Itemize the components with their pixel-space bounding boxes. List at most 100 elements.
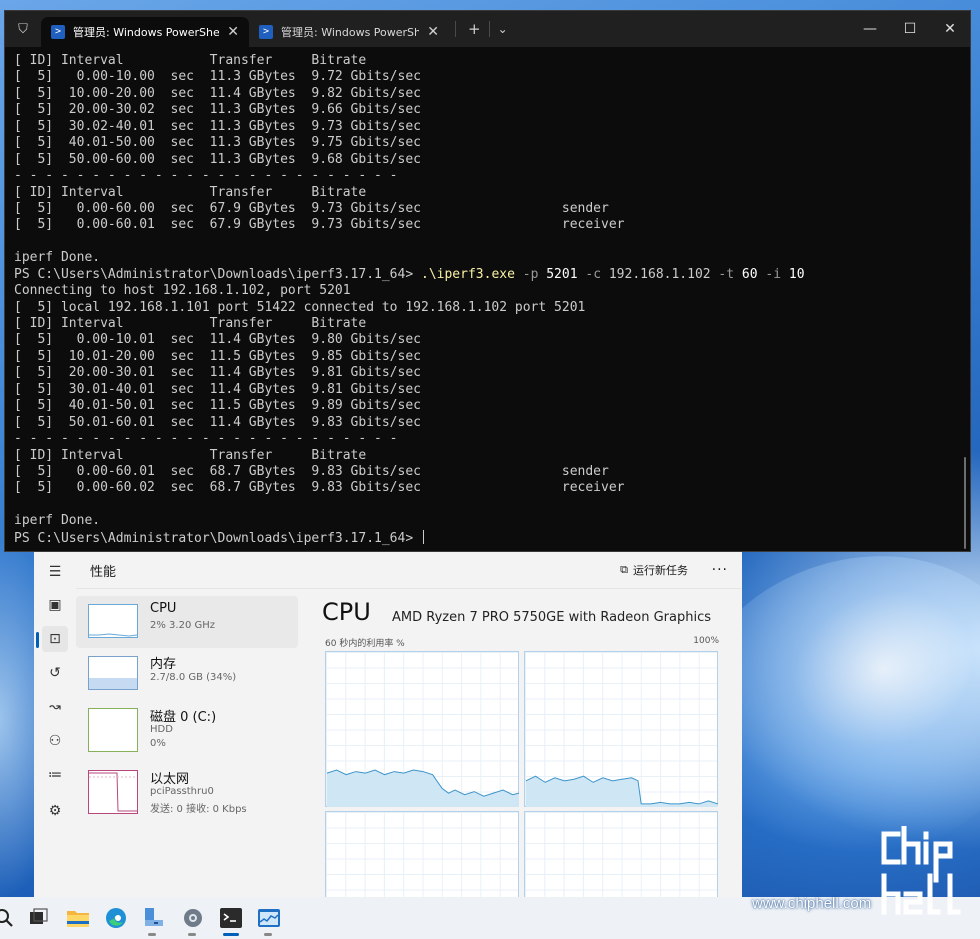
console-line: [ 5] 0.00-60.01 sec 68.7 GBytes 9.83 Gbi… — [14, 463, 609, 479]
console-line: [ 5] 10.01-20.00 sec 11.5 GBytes 9.85 Gb… — [14, 348, 421, 364]
cpu-core-graph-1 — [524, 651, 719, 807]
console-line: PS C:\Users\Administrator\Downloads\iper… — [14, 267, 960, 283]
shield-icon: ⛉ — [18, 21, 28, 37]
menu-icon[interactable]: ☰ — [42, 559, 68, 585]
processes-icon[interactable]: ▣ — [42, 592, 68, 618]
running-indicator — [148, 933, 156, 936]
tab-powershell-1[interactable]: > 管理员: Windows PowerShell ✕ — [41, 17, 249, 47]
search-icon[interactable] — [0, 906, 16, 930]
console-line: Connecting to host 192.168.1.102, port 5… — [14, 283, 351, 299]
chiphell-logo — [880, 823, 975, 933]
details-icon[interactable]: ≔ — [42, 762, 68, 788]
command-flag: -p — [514, 266, 547, 282]
console-line: [ 5] 30.02-40.01 sec 11.3 GBytes 9.73 Gb… — [14, 118, 421, 134]
console-line: [ 5] 0.00-60.00 sec 67.9 GBytes 9.73 Gbi… — [14, 200, 609, 216]
close-button[interactable]: ✕ — [930, 11, 970, 47]
resource-detail-2: 发送: 0 接收: 0 Kbps — [150, 804, 247, 815]
edge-icon[interactable] — [104, 906, 128, 930]
history-icon[interactable]: ↺ — [42, 660, 68, 686]
tab-title: 管理员: Windows PowerShell — [73, 26, 220, 39]
console-line: iperf Done. — [14, 250, 101, 266]
prompt-text: PS C:\Users\Administrator\Downloads\iper… — [14, 266, 421, 282]
console-line: [ 5] 20.00-30.01 sec 11.4 GBytes 9.81 Gb… — [14, 365, 421, 381]
command-executable: .\iperf3.exe — [421, 266, 515, 282]
file-explorer-icon[interactable] — [66, 906, 90, 930]
console-line: PS C:\Users\Administrator\Downloads\iper… — [14, 529, 960, 546]
resource-item-disk[interactable]: 磁盘 0 (C:) HDD 0% — [76, 700, 298, 762]
cpu-core-graph-0 — [325, 651, 520, 807]
ethernet-thumbnail-graph — [89, 772, 137, 812]
cpu-core-graph-3 — [524, 811, 718, 897]
running-indicator — [188, 933, 196, 936]
prompt-text: PS C:\Users\Administrator\Downloads\iper… — [14, 530, 421, 546]
resource-detail: 2.7/8.0 GB (34%) — [150, 672, 237, 683]
startup-icon[interactable]: ↝ — [42, 694, 68, 720]
tab-powershell-2[interactable]: > 管理员: Windows PowerShell ✕ — [249, 17, 449, 47]
console-line: [ 5] 20.00-30.02 sec 11.3 GBytes 9.66 Gb… — [14, 102, 421, 118]
console-line: - - - - - - - - - - - - - - - - - - - - … — [14, 168, 398, 184]
services-icon[interactable]: ⚙ — [42, 798, 68, 824]
task-manager-icon[interactable] — [257, 906, 281, 930]
cpu-model-name: AMD Ryzen 7 PRO 5750GE with Radeon Graph… — [392, 610, 712, 625]
utilization-max: 100% — [693, 636, 719, 646]
resource-detail-2: 0% — [150, 738, 166, 749]
powershell-icon: > — [51, 25, 65, 39]
chiphell-logo-mark — [881, 823, 961, 915]
console-line: [ 5] 40.01-50.01 sec 11.5 GBytes 9.89 Gb… — [14, 398, 421, 414]
scrollbar[interactable] — [964, 457, 966, 549]
maximize-button[interactable]: ☐ — [890, 11, 930, 47]
window-controls: — ☐ ✕ — [850, 11, 970, 47]
command-value: 10 — [788, 266, 805, 282]
resource-name: 磁盘 0 (C:) — [150, 710, 217, 725]
task-manager-window: ☰ ▣ ⊡ ↺ ↝ ⚇ ≔ ⚙ 性能 ⧉ 运行新任务 ··· CPU 2% 3.… — [34, 552, 742, 897]
console-line: [ 5] 0.00-10.00 sec 11.3 GBytes 9.72 Gbi… — [14, 69, 421, 85]
run-new-task-button[interactable]: ⧉ 运行新任务 — [620, 562, 688, 578]
active-app-indicator — [223, 933, 239, 936]
settings-icon[interactable] — [181, 906, 205, 930]
cpu-thumbnail-graph — [89, 633, 138, 637]
minimize-button[interactable]: — — [850, 11, 890, 47]
tab-divider — [488, 21, 490, 37]
resource-detail: HDD — [150, 724, 173, 735]
more-options-button[interactable]: ··· — [712, 562, 728, 578]
cpu-core-graph-svg — [525, 775, 719, 807]
task-view-icon[interactable] — [27, 906, 51, 930]
console-line: [ 5] 0.00-10.01 sec 11.4 GBytes 9.80 Gbi… — [14, 332, 421, 348]
console-line: [ 5] 50.00-60.00 sec 11.3 GBytes 9.68 Gb… — [14, 151, 421, 167]
command-value: 192.168.1.102 — [608, 266, 711, 282]
network-share-icon[interactable] — [142, 906, 166, 930]
console-line: [ 5] 0.00-60.01 sec 67.9 GBytes 9.73 Gbi… — [14, 217, 625, 233]
resource-list: CPU 2% 3.20 GHz 内存 2.7/8.0 GB (34%) 磁盘 0… — [76, 596, 298, 824]
terminal-titlebar[interactable]: ⛉ > 管理员: Windows PowerShell ✕ > 管理员: Win… — [5, 11, 970, 47]
console-line: [ 5] 30.01-40.01 sec 11.4 GBytes 9.81 Gb… — [14, 381, 421, 397]
watermark-url: www.chiphell.com — [752, 895, 872, 912]
console-line: [ ID] Interval Transfer Bitrate — [14, 53, 367, 68]
command-flag: -i — [757, 266, 789, 282]
cpu-thumbnail — [88, 604, 138, 638]
resource-detail: 2% 3.20 GHz — [150, 620, 216, 631]
tab-title: 管理员: Windows PowerShell — [281, 26, 420, 39]
console-line: [ 5] 40.01-50.00 sec 11.3 GBytes 9.75 Gb… — [14, 135, 421, 151]
resource-item-cpu[interactable]: CPU 2% 3.20 GHz — [76, 596, 298, 648]
resource-item-ethernet[interactable]: 以太网 pciPassthru0 发送: 0 接收: 0 Kbps — [76, 762, 298, 824]
new-tab-button[interactable]: + — [462, 20, 487, 38]
command-value: 60 — [741, 266, 758, 282]
performance-icon[interactable]: ⊡ — [42, 626, 68, 652]
disk-thumbnail — [88, 708, 138, 752]
memory-thumbnail — [88, 656, 138, 690]
text-cursor — [423, 529, 424, 544]
cpu-core-graph-svg — [326, 769, 520, 807]
close-tab-icon[interactable]: ✕ — [227, 24, 239, 40]
users-icon[interactable]: ⚇ — [42, 728, 68, 754]
nav-selection-indicator — [36, 632, 39, 648]
terminal-icon[interactable] — [219, 906, 243, 930]
close-tab-icon[interactable]: ✕ — [427, 24, 439, 40]
tab-dropdown-button[interactable]: ⌄ — [492, 22, 514, 36]
cpu-utilization-area — [327, 770, 519, 807]
console-output[interactable]: [ ID] Interval Transfer Bitrate[ 5] 0.00… — [14, 53, 960, 546]
resource-item-memory[interactable]: 内存 2.7/8.0 GB (34%) — [76, 648, 298, 700]
command-flag: -c — [577, 266, 609, 282]
page-title: 性能 — [90, 564, 117, 580]
nav-rail: ☰ ▣ ⊡ ↺ ↝ ⚇ ≔ ⚙ — [34, 552, 76, 897]
